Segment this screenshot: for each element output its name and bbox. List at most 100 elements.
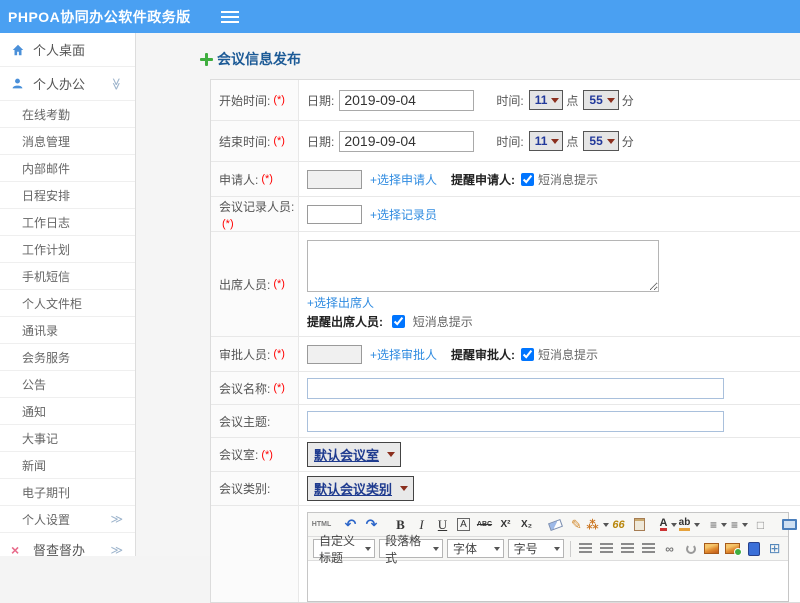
sidebar-item-工作计划[interactable]: 工作计划 <box>0 236 135 263</box>
chevron-double-right-icon: ≫ <box>110 512 123 526</box>
insert-image-upload-icon <box>725 543 740 554</box>
meeting-type-select[interactable]: 默认会议类别 <box>307 476 414 501</box>
form-row-end-time: 结束时间: (*) 日期: 时间: 11 点 55 分 <box>211 121 800 162</box>
bold-icon: B <box>396 517 405 533</box>
sidebar-item-电子期刊[interactable]: 电子期刊 <box>0 479 135 506</box>
form-row-meeting-name: 会议名称: (*) <box>211 372 800 405</box>
sidebar-item-内部邮件[interactable]: 内部邮件 <box>0 155 135 182</box>
sidebar-item-消息管理[interactable]: 消息管理 <box>0 128 135 155</box>
select-attendees-link[interactable]: +选择出席人 <box>307 294 374 311</box>
recorder-input[interactable] <box>307 205 362 224</box>
undo-icon: ↶ <box>345 517 357 533</box>
sidebar-item-大事记[interactable]: 大事记 <box>0 425 135 452</box>
sidebar-item-公告[interactable]: 公告 <box>0 371 135 398</box>
sidebar-item-label: 新闻 <box>22 457 46 474</box>
align-right-button[interactable] <box>618 539 637 558</box>
applicant-input[interactable] <box>307 170 362 189</box>
end-date-input[interactable] <box>339 131 474 152</box>
font-size-label: 字号 <box>514 540 538 557</box>
applicant-sms-checkbox[interactable] <box>521 173 534 186</box>
select-applicant-link[interactable]: +选择申请人 <box>370 171 437 188</box>
align-right-icon <box>621 543 634 554</box>
field-label: 开始时间: <box>219 92 270 109</box>
insert-table-button[interactable]: ⊞ <box>765 539 784 558</box>
start-minute-select[interactable]: 55 <box>583 90 618 110</box>
chevron-down-icon <box>551 98 559 107</box>
end-minute-select[interactable]: 55 <box>583 131 618 151</box>
align-left-button[interactable] <box>576 539 595 558</box>
font-family-select[interactable]: 字体 <box>447 539 504 558</box>
select-recorder-link[interactable]: +选择记录员 <box>370 206 437 223</box>
field-label: 会议室: <box>219 446 258 463</box>
link-button[interactable]: ∞ <box>660 539 679 558</box>
meeting-name-input[interactable] <box>307 378 724 399</box>
font-color-button[interactable]: A <box>659 515 678 534</box>
font-border-button[interactable]: A <box>454 515 473 534</box>
toolbar-separator <box>570 541 571 557</box>
underline-button[interactable]: U <box>433 515 452 534</box>
start-date-input[interactable] <box>339 90 474 111</box>
highlight-color-button[interactable]: ab <box>680 515 699 534</box>
app-title: PHPOA协同办公软件政务版 <box>8 7 191 27</box>
editor-toolbar-row1: HTML↶↷BIUAABCX²X₂✎⁂66Aab≡≡□ <box>308 513 788 537</box>
insert-image-button[interactable] <box>702 539 721 558</box>
sidebar-item-督查督办[interactable]: ×督查督办≫ <box>0 533 135 556</box>
sidebar-item-通讯录[interactable]: 通讯录 <box>0 317 135 344</box>
sidebar-item-会务服务[interactable]: 会务服务 <box>0 344 135 371</box>
sidebar-item-个人桌面[interactable]: 个人桌面 <box>0 33 135 67</box>
sidebar-item-日程安排[interactable]: 日程安排 <box>0 182 135 209</box>
attendees-textarea[interactable] <box>307 240 659 292</box>
select-approver-link[interactable]: +选择审批人 <box>370 346 437 363</box>
unordered-list-button[interactable]: ≡ <box>730 515 749 534</box>
sidebar-item-label: 公告 <box>22 376 46 393</box>
strikethrough-button[interactable]: ABC <box>475 515 494 534</box>
new-page-button[interactable]: □ <box>751 515 770 534</box>
paste-button[interactable] <box>630 515 649 534</box>
sms-remind-label: 短消息提示 <box>413 315 473 329</box>
redo-button[interactable]: ↷ <box>362 515 381 534</box>
preview-button[interactable] <box>780 515 799 534</box>
font-size-select[interactable]: 字号 <box>508 539 565 558</box>
superscript-icon: X² <box>501 519 511 530</box>
menu-hamburger-icon[interactable] <box>221 16 239 18</box>
custom-title-select[interactable]: 自定义标题 <box>313 539 375 558</box>
align-center-button[interactable] <box>597 539 616 558</box>
plus-icon <box>200 53 213 66</box>
end-hour-select[interactable]: 11 <box>529 131 564 151</box>
align-justify-button[interactable] <box>639 539 658 558</box>
insert-media-icon <box>748 542 760 556</box>
format-brush-button[interactable]: ✎ <box>567 515 586 534</box>
subscript-button[interactable]: X₂ <box>517 515 536 534</box>
chevron-down-icon <box>551 139 559 148</box>
rich-text-editor: HTML↶↷BIUAABCX²X₂✎⁂66Aab≡≡□ 自定义标题段落格式字体字… <box>307 512 789 602</box>
insert-media-button[interactable] <box>744 539 763 558</box>
sidebar-item-个人办公[interactable]: 个人办公≫ <box>0 67 135 101</box>
insert-image-upload-button[interactable] <box>723 539 742 558</box>
sidebar-item-工作日志[interactable]: 工作日志 <box>0 209 135 236</box>
sidebar-item-通知[interactable]: 通知 <box>0 398 135 425</box>
chevron-down-icon <box>603 523 609 530</box>
sidebar-item-手机短信[interactable]: 手机短信 <box>0 263 135 290</box>
blockquote-button[interactable]: 66 <box>609 515 628 534</box>
anchor-button[interactable] <box>681 539 700 558</box>
chevron-down-icon <box>387 452 395 461</box>
editor-content-area[interactable] <box>308 561 788 601</box>
remind-attendees-label: 提醒出席人员: <box>307 315 383 329</box>
format-paint-button[interactable]: ⁂ <box>588 515 607 534</box>
sidebar-item-新闻[interactable]: 新闻 <box>0 452 135 479</box>
sidebar-item-个人设置[interactable]: 个人设置≫ <box>0 506 135 533</box>
approver-sms-checkbox[interactable] <box>521 348 534 361</box>
attendees-sms-checkbox[interactable] <box>392 315 405 328</box>
meeting-room-select[interactable]: 默认会议室 <box>307 442 401 467</box>
sidebar-item-个人文件柜[interactable]: 个人文件柜 <box>0 290 135 317</box>
eraser-button[interactable] <box>546 515 565 534</box>
start-hour-select[interactable]: 11 <box>529 90 564 110</box>
approver-input[interactable] <box>307 345 362 364</box>
insert-table-icon: ⊞ <box>769 540 781 557</box>
field-label: 审批人员: <box>219 346 270 363</box>
superscript-button[interactable]: X² <box>496 515 515 534</box>
paragraph-format-select[interactable]: 段落格式 <box>379 539 443 558</box>
meeting-subject-input[interactable] <box>307 411 724 432</box>
ordered-list-button[interactable]: ≡ <box>709 515 728 534</box>
sidebar-item-在线考勤[interactable]: 在线考勤 <box>0 101 135 128</box>
